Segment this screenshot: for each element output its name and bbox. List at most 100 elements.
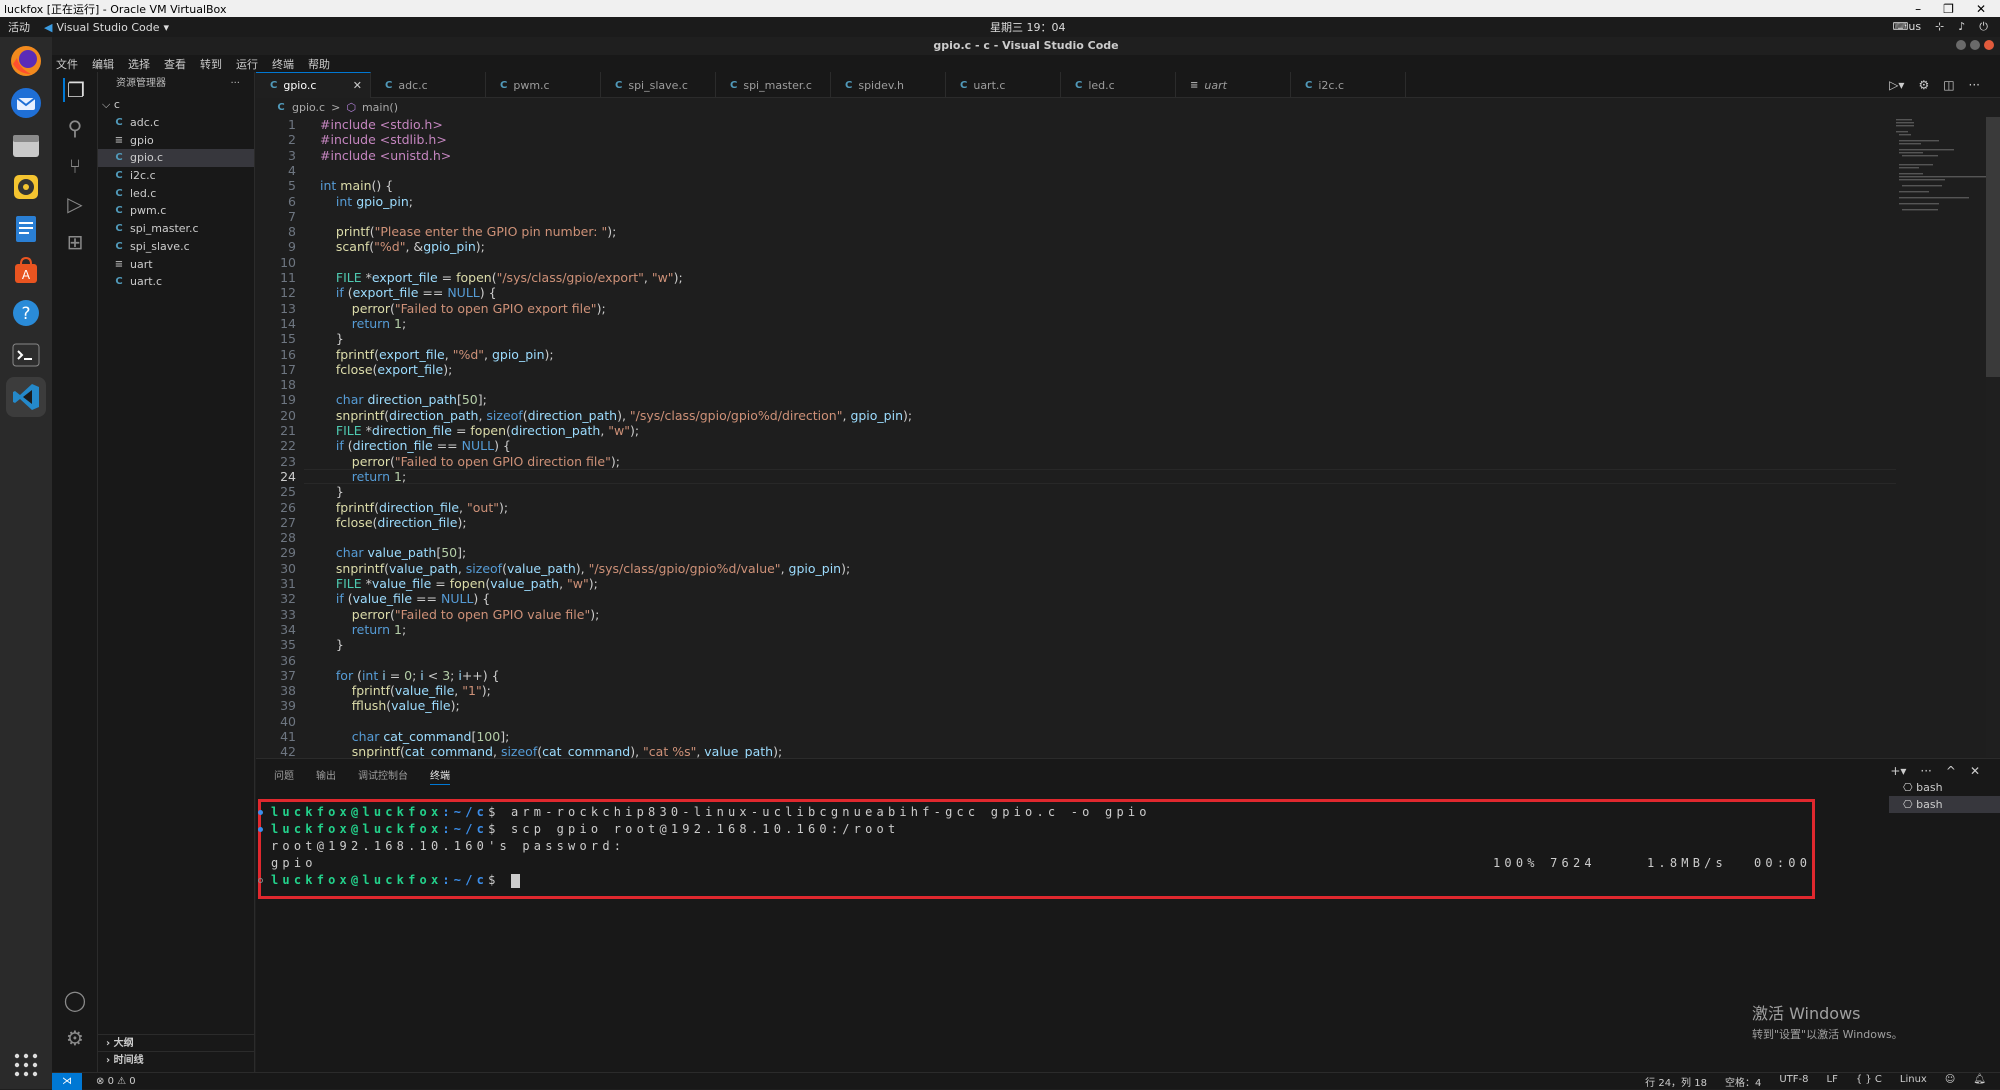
command-success-decoration[interactable] (258, 827, 263, 832)
tab-gpio-c[interactable]: Cgpio.c ✕ (256, 72, 371, 98)
more-actions-icon[interactable]: ··· (230, 72, 254, 96)
code-line[interactable]: 6 int gpio_pin; (256, 194, 1896, 209)
code-line[interactable]: 20 snprintf(direction_path, sizeof(direc… (256, 408, 1896, 423)
help-icon[interactable]: ? (6, 293, 46, 333)
code-line[interactable]: 1 #include <stdio.h> (256, 117, 1896, 132)
libreoffice-writer-icon[interactable] (6, 209, 46, 249)
breadcrumb-symbol[interactable]: main() (362, 101, 398, 114)
code-line[interactable]: 5 int main() { (256, 178, 1896, 193)
code-line[interactable]: 28 (256, 530, 1896, 545)
platform[interactable]: Linux (1900, 1074, 1927, 1089)
activities-button[interactable]: 活动 (0, 19, 44, 35)
menu-selection[interactable]: 选择 (128, 56, 150, 72)
command-success-decoration[interactable] (258, 810, 263, 815)
code-line[interactable]: 33 perror("Failed to open GPIO value fil… (256, 607, 1896, 622)
code-line[interactable]: 14 return 1; (256, 316, 1896, 331)
cursor-position[interactable]: 行 24，列 18 (1645, 1074, 1707, 1089)
code-line[interactable]: 18 (256, 377, 1896, 392)
tab-adc-c[interactable]: Cadc.c (371, 72, 486, 98)
code-line[interactable]: 22 if (direction_file == NULL) { (256, 438, 1896, 453)
tab-spi-master-c[interactable]: Cspi_master.c (716, 72, 831, 98)
source-control-icon[interactable]: ⑂ (63, 154, 87, 178)
code-line[interactable]: 35 } (256, 637, 1896, 652)
tab-uart[interactable]: ≡ uart (1176, 72, 1291, 98)
timeline-section[interactable]: › 时间线 (98, 1051, 255, 1068)
encoding[interactable]: UTF-8 (1779, 1074, 1808, 1089)
tab-led-c[interactable]: Cled.c (1061, 72, 1176, 98)
minimize-button[interactable]: – (1915, 2, 1921, 16)
keyboard-layout[interactable]: ⌨us (1892, 20, 1921, 34)
tab-output[interactable]: 输出 (316, 767, 336, 785)
code-line[interactable]: 36 (256, 653, 1896, 668)
code-line[interactable]: 27 fclose(direction_file); (256, 515, 1896, 530)
menu-run[interactable]: 运行 (236, 56, 258, 72)
gear-icon[interactable]: ⚙ (63, 1026, 87, 1050)
folder-c[interactable]: ⌵ c (98, 96, 254, 114)
tab-debug-console[interactable]: 调试控制台 (358, 767, 408, 785)
run-debug-icon[interactable]: ▷ (63, 192, 87, 216)
extensions-icon[interactable]: ⊞ (63, 230, 87, 254)
code-line[interactable]: 13 perror("Failed to open GPIO export fi… (256, 301, 1896, 316)
bell-icon[interactable]: 🔔︎ (1973, 1074, 1986, 1089)
search-icon[interactable]: ⚲ (63, 116, 87, 140)
code-line[interactable]: 34 return 1; (256, 622, 1896, 637)
system-tray[interactable]: ⌨us ⊹ ♪ ⏻ (1892, 20, 1988, 34)
tab-pwm-c[interactable]: Cpwm.c (486, 72, 601, 98)
code-line[interactable]: 23 perror("Failed to open GPIO direction… (256, 454, 1896, 469)
language-mode[interactable]: { } C (1856, 1074, 1882, 1089)
close-button[interactable] (1984, 40, 1994, 50)
code-line[interactable]: 29 char value_path[50]; (256, 545, 1896, 560)
file-item[interactable]: ≡ uart (98, 256, 254, 274)
thunderbird-icon[interactable] (6, 83, 46, 123)
menu-edit[interactable]: 编辑 (92, 56, 114, 72)
code-line[interactable]: 8 printf("Please enter the GPIO pin numb… (256, 224, 1896, 239)
terminal-session[interactable]: ⎔ bash (1889, 796, 2000, 813)
code-line[interactable]: 15 } (256, 331, 1896, 346)
file-item[interactable]: Cadc.c (98, 114, 254, 132)
software-center-icon[interactable]: A (6, 251, 46, 291)
menu-terminal[interactable]: 终端 (272, 56, 294, 72)
file-item[interactable]: Cled.c (98, 185, 254, 203)
editor-scrollbar[interactable] (1986, 117, 2000, 757)
close-button[interactable]: ✕ (1976, 2, 1986, 16)
more-actions-icon[interactable]: ··· (1969, 78, 1980, 92)
tab-i2c-c[interactable]: Ci2c.c (1291, 72, 1406, 98)
close-tab-icon[interactable]: ✕ (353, 79, 370, 92)
close-panel-icon[interactable]: ✕ (1970, 764, 1980, 778)
maximize-panel-icon[interactable]: ^ (1946, 764, 1956, 778)
code-line[interactable]: 12 if (export_file == NULL) { (256, 285, 1896, 300)
maximize-button[interactable]: ❐ (1943, 2, 1954, 16)
firefox-icon[interactable] (6, 41, 46, 81)
code-editor[interactable]: 1 #include <stdio.h> 2 #include <stdlib.h> 3… (256, 117, 1896, 759)
file-item[interactable]: Cuart.c (98, 273, 254, 291)
file-item[interactable]: Cspi_master.c (98, 220, 254, 238)
code-line[interactable]: 17 fclose(export_file); (256, 362, 1896, 377)
new-terminal-icon[interactable]: +▾ (1890, 764, 1906, 778)
outline-section[interactable]: › 大纲 (98, 1034, 255, 1051)
terminal-output[interactable]: luckfox@luckfox:~/c$ arm-rockchip830-lin… (258, 799, 1815, 899)
code-line[interactable]: 41 char cat_command[100]; (256, 729, 1896, 744)
code-line[interactable]: 9 scanf("%d", &gpio_pin); (256, 239, 1896, 254)
feedback-icon[interactable]: ☺ (1945, 1074, 1955, 1089)
code-line[interactable]: 10 (256, 255, 1896, 270)
files-icon[interactable] (6, 125, 46, 165)
code-line[interactable]: 25 } (256, 484, 1896, 499)
tab-spi-slave-c[interactable]: Cspi_slave.c (601, 72, 716, 98)
code-line[interactable]: 16 fprintf(export_file, "%d", gpio_pin); (256, 347, 1896, 362)
tab-terminal[interactable]: 终端 (430, 767, 450, 785)
app-menu[interactable]: ◀ Visual Studio Code ▾ (44, 21, 169, 34)
explorer-icon[interactable]: ❐ (63, 78, 87, 102)
account-icon[interactable]: ◯ (63, 988, 87, 1012)
more-actions-icon[interactable]: ··· (1920, 764, 1931, 778)
code-line[interactable]: 40 (256, 714, 1896, 729)
vscode-dock-icon[interactable] (6, 377, 46, 417)
code-line[interactable]: 24 return 1; (256, 469, 1896, 484)
code-line[interactable]: 7 (256, 209, 1896, 224)
rhythmbox-icon[interactable] (6, 167, 46, 207)
code-line[interactable]: 4 (256, 163, 1896, 178)
indentation[interactable]: 空格：4 (1725, 1074, 1761, 1089)
code-line[interactable]: 26 fprintf(direction_file, "out"); (256, 500, 1896, 515)
tab-spidev-h[interactable]: Cspidev.h (831, 72, 946, 98)
end-of-line[interactable]: LF (1827, 1074, 1838, 1089)
code-line[interactable]: 32 if (value_file == NULL) { (256, 591, 1896, 606)
